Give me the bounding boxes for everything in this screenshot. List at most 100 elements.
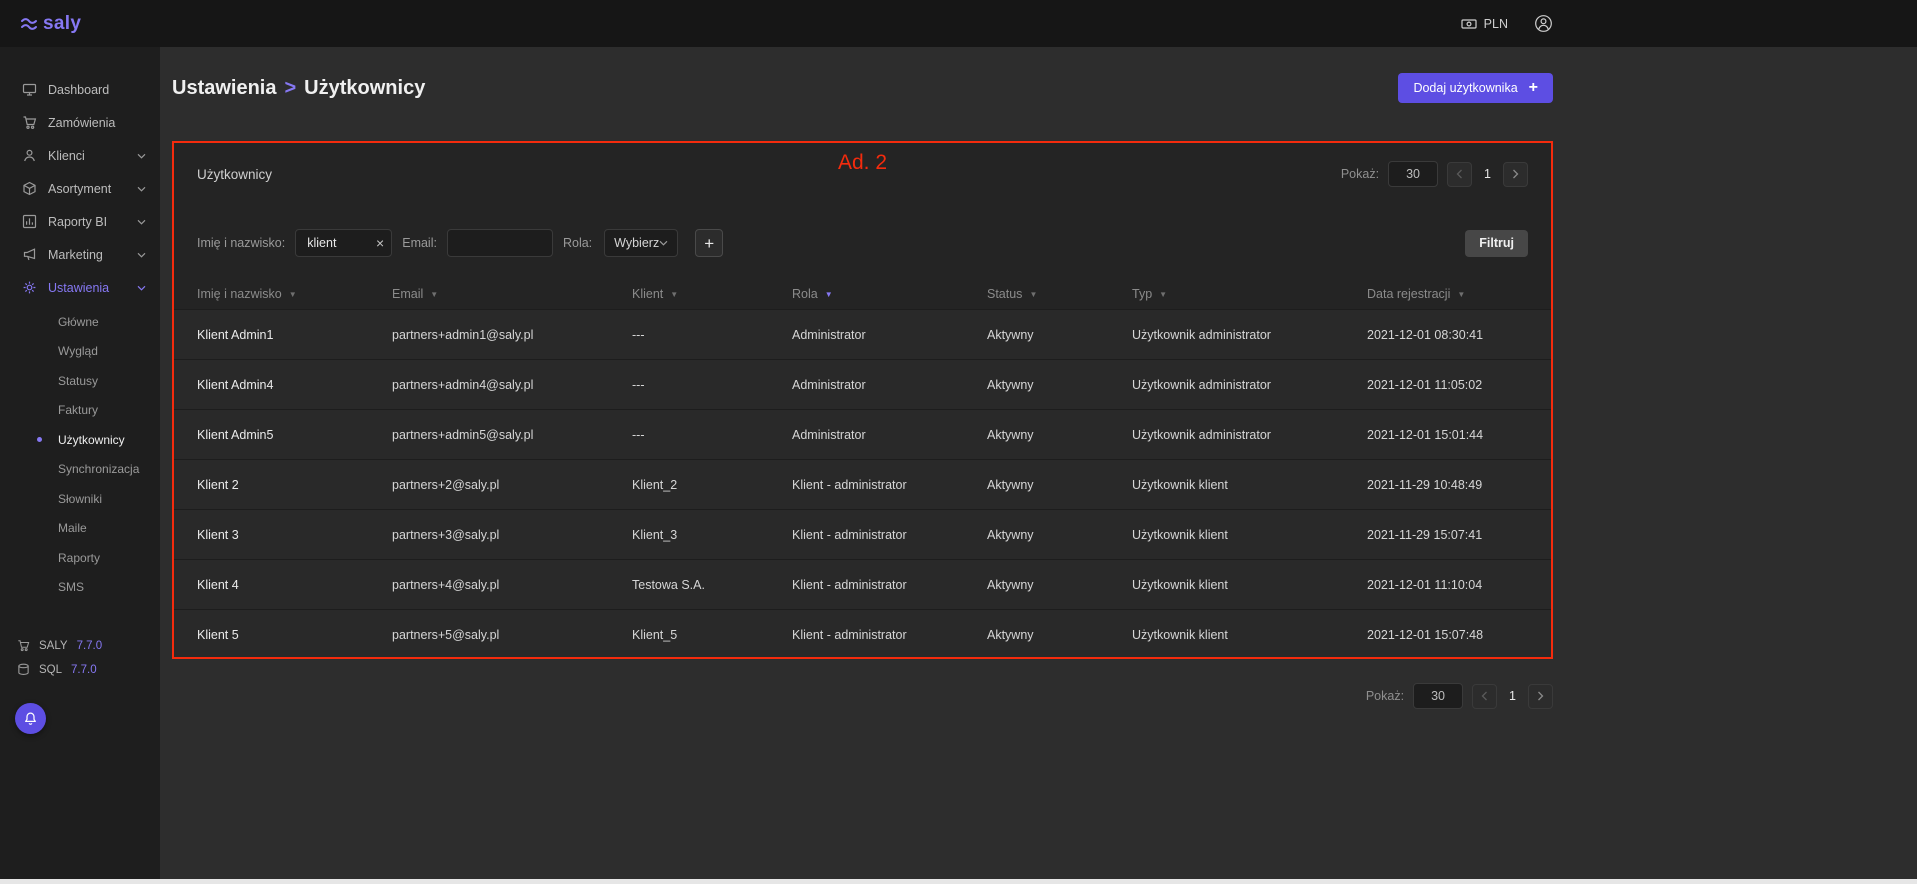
add-user-button[interactable]: Dodaj użytkownika +: [1398, 73, 1553, 103]
current-page: 1: [1484, 167, 1491, 181]
sort-icon[interactable]: ▼: [1029, 290, 1037, 299]
table-row[interactable]: Klient 3 partners+3@saly.pl Klient_3 Kli…: [172, 509, 1553, 559]
next-page-button[interactable]: [1528, 684, 1553, 709]
cell-email: partners+2@saly.pl: [392, 478, 632, 492]
notifications-fab[interactable]: [15, 703, 46, 734]
sidebar-subitem[interactable]: SMS: [0, 573, 160, 603]
sort-icon[interactable]: ▼: [1457, 290, 1465, 299]
cell-name: Klient Admin5: [197, 428, 392, 442]
cell-role: Klient - administrator: [792, 528, 987, 542]
version-number: 7.7.0: [77, 640, 103, 652]
role-select[interactable]: Wybierz: [604, 229, 678, 257]
sidebar-item-assortment[interactable]: Asortyment: [0, 172, 160, 205]
sidebar-item-settings[interactable]: Ustawienia: [0, 271, 160, 304]
email-filter-input[interactable]: [447, 229, 553, 257]
next-page-button[interactable]: [1503, 162, 1528, 187]
sidebar-item-label: Klienci: [48, 149, 85, 163]
cell-client: Testowa S.A.: [632, 578, 792, 592]
sort-icon[interactable]: ▼: [825, 290, 833, 299]
table-row[interactable]: Klient Admin1 partners+admin1@saly.pl --…: [172, 309, 1553, 359]
active-dot-icon: [37, 319, 42, 324]
column-header-label: Klient: [632, 287, 663, 301]
sidebar-subitem[interactable]: Maile: [0, 514, 160, 544]
sidebar-item-reports-bi[interactable]: Raporty BI: [0, 205, 160, 238]
active-dot-icon: [37, 526, 42, 531]
topbar-right: PLN: [1461, 14, 1553, 33]
cell-status: Aktywny: [987, 478, 1132, 492]
sidebar-subitem[interactable]: Faktury: [0, 396, 160, 426]
app-logo[interactable]: saly: [20, 13, 81, 35]
table-row[interactable]: Klient Admin5 partners+admin5@saly.pl --…: [172, 409, 1553, 459]
pagination-top: Pokaż: 1: [1341, 161, 1528, 187]
sidebar-subitem[interactable]: Raporty: [0, 543, 160, 573]
column-header[interactable]: Typ ▼: [1132, 287, 1367, 301]
clear-icon[interactable]: ×: [376, 236, 384, 250]
table-row[interactable]: Klient 2 partners+2@saly.pl Klient_2 Kli…: [172, 459, 1553, 509]
version-name: SALY: [39, 640, 68, 652]
sidebar-subitem[interactable]: Użytkownicy: [0, 425, 160, 455]
cell-type: Użytkownik administrator: [1132, 428, 1367, 442]
assortment-icon: [22, 181, 37, 196]
sidebar-item-label: Zamówienia: [48, 116, 115, 130]
sidebar-subitem[interactable]: Główne: [0, 307, 160, 337]
topbar: saly PLN: [0, 0, 1917, 47]
column-header[interactable]: Rola ▼: [792, 287, 987, 301]
users-panel-wrap: Użytkownicy Pokaż: 1 Imię i na: [172, 141, 1553, 659]
sidebar-item-label: Asortyment: [48, 182, 111, 196]
column-header[interactable]: Status ▼: [987, 287, 1132, 301]
table-row[interactable]: Klient 4 partners+4@saly.pl Testowa S.A.…: [172, 559, 1553, 609]
cell-status: Aktywny: [987, 628, 1132, 642]
sort-icon[interactable]: ▼: [670, 290, 678, 299]
sidebar-item-dashboard[interactable]: Dashboard: [0, 73, 160, 106]
per-page-label: Pokaż:: [1341, 167, 1379, 181]
sidebar-item-label: Dashboard: [48, 83, 109, 97]
cell-client: ---: [632, 378, 792, 392]
sort-icon[interactable]: ▼: [430, 290, 438, 299]
logo-text: saly: [43, 13, 81, 35]
add-filter-button[interactable]: +: [695, 229, 723, 257]
sidebar-item-clients[interactable]: Klienci: [0, 139, 160, 172]
sidebar-subitem[interactable]: Słowniki: [0, 484, 160, 514]
column-header-label: Data rejestracji: [1367, 287, 1450, 301]
currency-selector[interactable]: PLN: [1461, 17, 1508, 31]
app-shell: Dashboard Zamówienia Klienci Asorty: [0, 47, 1917, 884]
sidebar-subitem-label: Słowniki: [58, 492, 102, 506]
prev-page-button[interactable]: [1472, 684, 1497, 709]
sidebar-item-marketing[interactable]: Marketing: [0, 238, 160, 271]
table-row[interactable]: Klient 5 partners+5@saly.pl Klient_5 Kli…: [172, 609, 1553, 659]
column-header[interactable]: Klient ▼: [632, 287, 792, 301]
column-header[interactable]: Imię i nazwisko ▼: [197, 287, 392, 301]
per-page-input[interactable]: [1388, 161, 1438, 187]
cell-status: Aktywny: [987, 328, 1132, 342]
sidebar-item-label: Ustawienia: [48, 281, 109, 295]
column-header[interactable]: Data rejestracji ▼: [1367, 287, 1528, 301]
breadcrumb-parent[interactable]: Ustawienia: [172, 77, 276, 99]
table-row[interactable]: Klient Admin4 partners+admin4@saly.pl --…: [172, 359, 1553, 409]
chevron-down-icon: [137, 219, 146, 225]
sidebar-subitem[interactable]: Synchronizacja: [0, 455, 160, 485]
sidebar-subitem[interactable]: Wygląd: [0, 337, 160, 367]
active-dot-icon: [37, 496, 42, 501]
per-page-input[interactable]: [1413, 683, 1463, 709]
users-panel: Użytkownicy Pokaż: 1 Imię i na: [172, 141, 1553, 659]
account-menu[interactable]: [1534, 14, 1553, 33]
settings-icon: [22, 280, 37, 295]
sidebar-item-orders[interactable]: Zamówienia: [0, 106, 160, 139]
filter-submit-button[interactable]: Filtruj: [1465, 230, 1528, 257]
cell-role: Klient - administrator: [792, 628, 987, 642]
sidebar-subitem-label: SMS: [58, 580, 84, 594]
cell-registration-date: 2021-11-29 15:07:41: [1367, 528, 1528, 542]
sidebar-subitem-label: Statusy: [58, 374, 98, 388]
sidebar-subitem[interactable]: Statusy: [0, 366, 160, 396]
column-header-label: Email: [392, 287, 423, 301]
sort-icon[interactable]: ▼: [289, 290, 297, 299]
cell-registration-date: 2021-12-01 11:05:02: [1367, 378, 1528, 392]
prev-page-button[interactable]: [1447, 162, 1472, 187]
column-header[interactable]: Email ▼: [392, 287, 632, 301]
sort-icon[interactable]: ▼: [1159, 290, 1167, 299]
sidebar-menu: Dashboard Zamówienia Klienci Asorty: [0, 47, 160, 606]
sidebar-subitem-label: Maile: [58, 521, 87, 535]
plus-icon: +: [1529, 80, 1538, 96]
sidebar-submenu: Główne Wygląd Statusy Faktury: [0, 304, 160, 606]
cell-role: Klient - administrator: [792, 578, 987, 592]
